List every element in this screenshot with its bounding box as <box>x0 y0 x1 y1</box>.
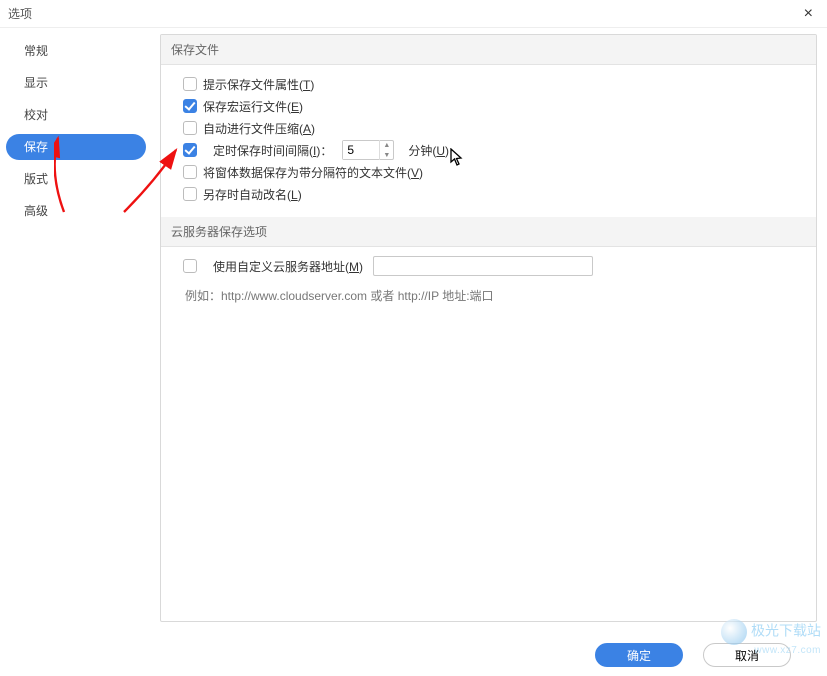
spinner-down-icon[interactable]: ▼ <box>380 150 393 160</box>
label-form-sep: 将窗体数据保存为带分隔符的文本文件(V) <box>203 164 423 181</box>
label-prompt-attrs: 提示保存文件属性(T) <box>203 76 314 93</box>
content-panel: 保存文件 提示保存文件属性(T) 保存宏运行文件(E) 自动进行文件压缩(A) … <box>160 34 817 622</box>
footer: 确定 取消 <box>0 634 827 676</box>
checkbox-save-macro[interactable] <box>183 99 197 113</box>
close-icon[interactable]: × <box>798 3 819 25</box>
sidebar-item-general[interactable]: 常规 <box>6 38 146 64</box>
sidebar-item-layout[interactable]: 版式 <box>6 166 146 192</box>
checkbox-auto-compress[interactable] <box>183 121 197 135</box>
dialog-title: 选项 <box>8 5 32 22</box>
sidebar-item-proof[interactable]: 校对 <box>6 102 146 128</box>
sidebar-item-save[interactable]: 保存 <box>6 134 146 160</box>
spinner-up-icon[interactable]: ▲ <box>380 140 393 150</box>
cloud-url-input[interactable] <box>373 256 593 276</box>
section-header-cloud: 云服务器保存选项 <box>161 217 816 247</box>
sidebar-item-advanced[interactable]: 高级 <box>6 198 146 224</box>
checkbox-prompt-attrs[interactable] <box>183 77 197 91</box>
label-custom-cloud: 使用自定义云服务器地址(M) <box>213 258 363 275</box>
section-header-save: 保存文件 <box>161 35 816 65</box>
interval-input[interactable] <box>343 141 379 159</box>
cloud-hint: 例如：http://www.cloudserver.com 或者 http://… <box>183 287 806 304</box>
checkbox-auto-rename[interactable] <box>183 187 197 201</box>
checkbox-timed-save[interactable] <box>183 143 197 157</box>
checkbox-custom-cloud[interactable] <box>183 259 197 273</box>
interval-spinner[interactable]: ▲▼ <box>342 140 394 160</box>
sidebar: 常规 显示 校对 保存 版式 高级 <box>6 34 146 622</box>
checkbox-form-sep[interactable] <box>183 165 197 179</box>
label-save-macro: 保存宏运行文件(E) <box>203 98 303 115</box>
label-auto-rename: 另存时自动改名(L) <box>203 186 302 203</box>
sidebar-item-display[interactable]: 显示 <box>6 70 146 96</box>
ok-button[interactable]: 确定 <box>595 643 683 667</box>
label-auto-compress: 自动进行文件压缩(A) <box>203 120 315 137</box>
label-timed-save: 定时保存时间间隔(I)： <box>213 142 332 159</box>
label-minute-unit: 分钟(U) <box>408 142 449 159</box>
cancel-button[interactable]: 取消 <box>703 643 791 667</box>
